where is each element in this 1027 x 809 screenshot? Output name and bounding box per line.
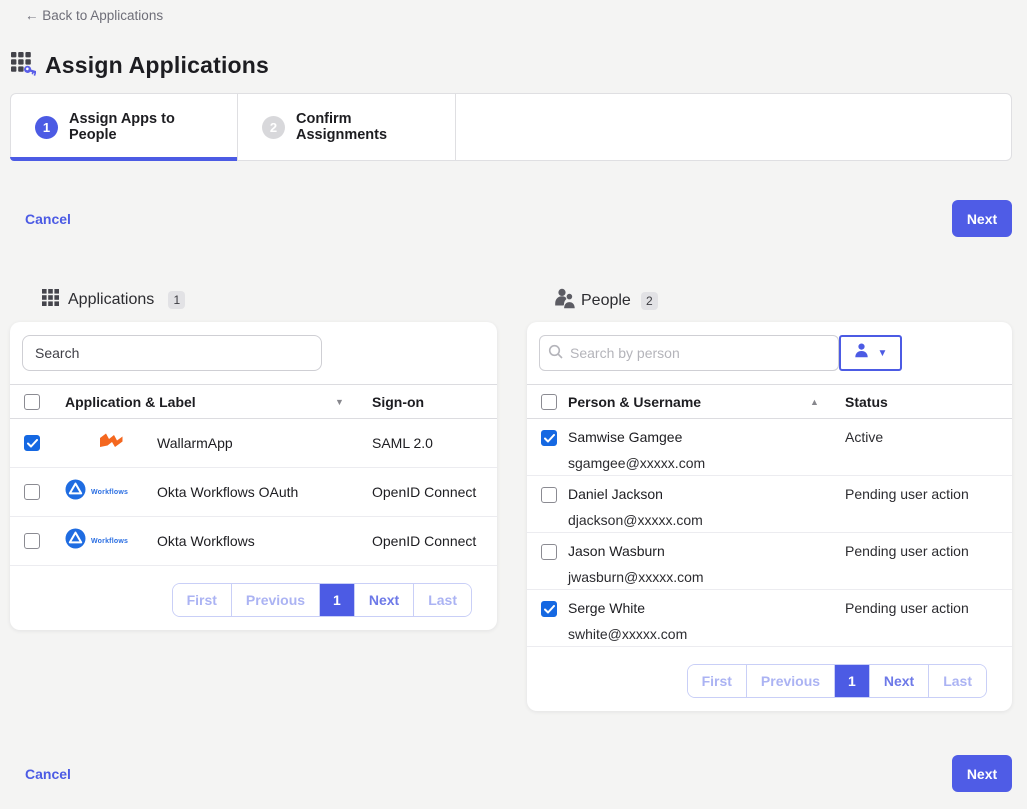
next-button-bottom[interactable]: Next <box>952 755 1012 792</box>
step-2-badge: 2 <box>262 116 285 139</box>
applications-section-title: Applications <box>68 291 154 309</box>
row-checkbox[interactable] <box>24 533 40 549</box>
app-signon: OpenID Connect <box>372 484 476 500</box>
row-checkbox[interactable] <box>541 601 557 617</box>
table-row-daniel-jackson[interactable]: Daniel Jackson djackson@xxxxx.com Pendin… <box>527 476 1012 533</box>
column-application-label[interactable]: Application & Label <box>65 394 196 410</box>
applications-search-input[interactable] <box>22 335 322 371</box>
person-filter-dropdown[interactable]: ▼ <box>839 335 902 371</box>
person-status: Pending user action <box>845 600 969 616</box>
applications-table-header: Application & Label ▼ Sign-on <box>10 384 497 419</box>
person-status: Active <box>845 429 883 445</box>
applications-section-head: Applications 1 <box>42 288 185 311</box>
app-name: Okta Workflows OAuth <box>157 484 298 500</box>
page-previous-button[interactable]: Previous <box>746 665 834 697</box>
app-signon: SAML 2.0 <box>372 435 433 451</box>
back-to-applications-link[interactable]: ← Back to Applications <box>25 8 163 23</box>
table-row-serge-white[interactable]: Serge White swhite@xxxxx.com Pending use… <box>527 590 1012 647</box>
next-button-top[interactable]: Next <box>952 200 1012 237</box>
page-current-button[interactable]: 1 <box>319 584 354 616</box>
people-pagination: First Previous 1 Next Last <box>527 647 1012 698</box>
sort-asc-icon[interactable]: ▲ <box>810 397 819 407</box>
person-username: djackson@xxxxx.com <box>568 512 703 528</box>
page-title: Assign Applications <box>45 52 269 79</box>
person-username: swhite@xxxxx.com <box>568 626 687 642</box>
people-panel: ▼ Person & Username ▲ Status Samwise Gam… <box>527 322 1012 711</box>
people-section-title: People <box>581 292 631 310</box>
tab-assign-apps-to-people[interactable]: 1 Assign Apps to People <box>11 94 238 160</box>
page-next-button[interactable]: Next <box>869 665 928 697</box>
page-title-row: Assign Applications <box>10 50 269 81</box>
select-all-people-checkbox[interactable] <box>541 394 557 410</box>
people-count-badge: 2 <box>641 292 658 310</box>
person-name: Jason Wasburn <box>568 541 704 561</box>
person-icon <box>854 343 869 363</box>
app-signon: OpenID Connect <box>372 533 476 549</box>
person-status: Pending user action <box>845 486 969 502</box>
row-checkbox[interactable] <box>541 430 557 446</box>
person-name: Samwise Gamgee <box>568 427 705 447</box>
table-row-okta-workflows-oauth[interactable]: Workflows Okta Workflows OAuth OpenID Co… <box>10 468 497 517</box>
tab-label: Confirm Assignments <box>296 111 431 143</box>
step-1-badge: 1 <box>35 116 58 139</box>
okta-workflows-logo <box>65 479 86 505</box>
cancel-link-top[interactable]: Cancel <box>25 211 71 227</box>
table-row-okta-workflows[interactable]: Workflows Okta Workflows OpenID Connect <box>10 517 497 566</box>
people-table-header: Person & Username ▲ Status <box>527 384 1012 419</box>
page-last-button[interactable]: Last <box>928 665 986 697</box>
select-all-apps-checkbox[interactable] <box>24 394 40 410</box>
people-section-head: People 2 <box>553 288 658 314</box>
column-status: Status <box>845 394 888 410</box>
people-search-area: ▼ <box>527 322 1012 384</box>
app-name: Okta Workflows <box>157 533 255 549</box>
person-status: Pending user action <box>845 543 969 559</box>
row-checkbox[interactable] <box>24 435 40 451</box>
page-previous-button[interactable]: Previous <box>231 584 319 616</box>
applications-pagination: First Previous 1 Next Last <box>10 566 497 617</box>
tab-label: Assign Apps to People <box>69 111 213 143</box>
workflows-logo-text: Workflows <box>91 538 128 545</box>
person-name: Daniel Jackson <box>568 484 703 504</box>
person-username: sgamgee@xxxxx.com <box>568 455 705 471</box>
sort-desc-icon[interactable]: ▼ <box>335 397 344 407</box>
applications-count-badge: 1 <box>168 291 185 309</box>
search-icon <box>548 344 564 365</box>
wizard-tabbar: 1 Assign Apps to People 2 Confirm Assign… <box>10 93 1012 161</box>
key-icon <box>23 65 36 76</box>
applications-search-area <box>10 322 497 384</box>
chevron-down-icon: ▼ <box>878 348 888 359</box>
row-checkbox[interactable] <box>24 484 40 500</box>
page-current-button[interactable]: 1 <box>834 665 869 697</box>
tab-confirm-assignments[interactable]: 2 Confirm Assignments <box>238 94 456 160</box>
person-name: Serge White <box>568 598 687 618</box>
table-row-jason-wasburn[interactable]: Jason Wasburn jwasburn@xxxxx.com Pending… <box>527 533 1012 590</box>
column-signon: Sign-on <box>372 394 424 410</box>
people-search-input[interactable] <box>539 335 839 371</box>
column-person-username[interactable]: Person & Username <box>568 394 701 410</box>
assign-applications-icon <box>10 50 36 81</box>
wallarm-logo <box>98 432 125 454</box>
okta-workflows-logo <box>65 528 86 554</box>
app-name: WallarmApp <box>157 435 233 451</box>
table-row-wallarmapp[interactable]: WallarmApp SAML 2.0 <box>10 419 497 468</box>
table-row-samwise-gamgee[interactable]: Samwise Gamgee sgamgee@xxxxx.com Active <box>527 419 1012 476</box>
applications-panel: Application & Label ▼ Sign-on WallarmApp… <box>10 322 497 630</box>
applications-grid-icon <box>42 288 60 311</box>
row-checkbox[interactable] <box>541 487 557 503</box>
row-checkbox[interactable] <box>541 544 557 560</box>
page-first-button[interactable]: First <box>688 665 746 697</box>
people-icon <box>553 288 577 314</box>
workflows-logo-text: Workflows <box>91 489 128 496</box>
cancel-link-bottom[interactable]: Cancel <box>25 766 71 782</box>
page-first-button[interactable]: First <box>173 584 231 616</box>
page-next-button[interactable]: Next <box>354 584 413 616</box>
person-username: jwasburn@xxxxx.com <box>568 569 704 585</box>
page-last-button[interactable]: Last <box>413 584 471 616</box>
